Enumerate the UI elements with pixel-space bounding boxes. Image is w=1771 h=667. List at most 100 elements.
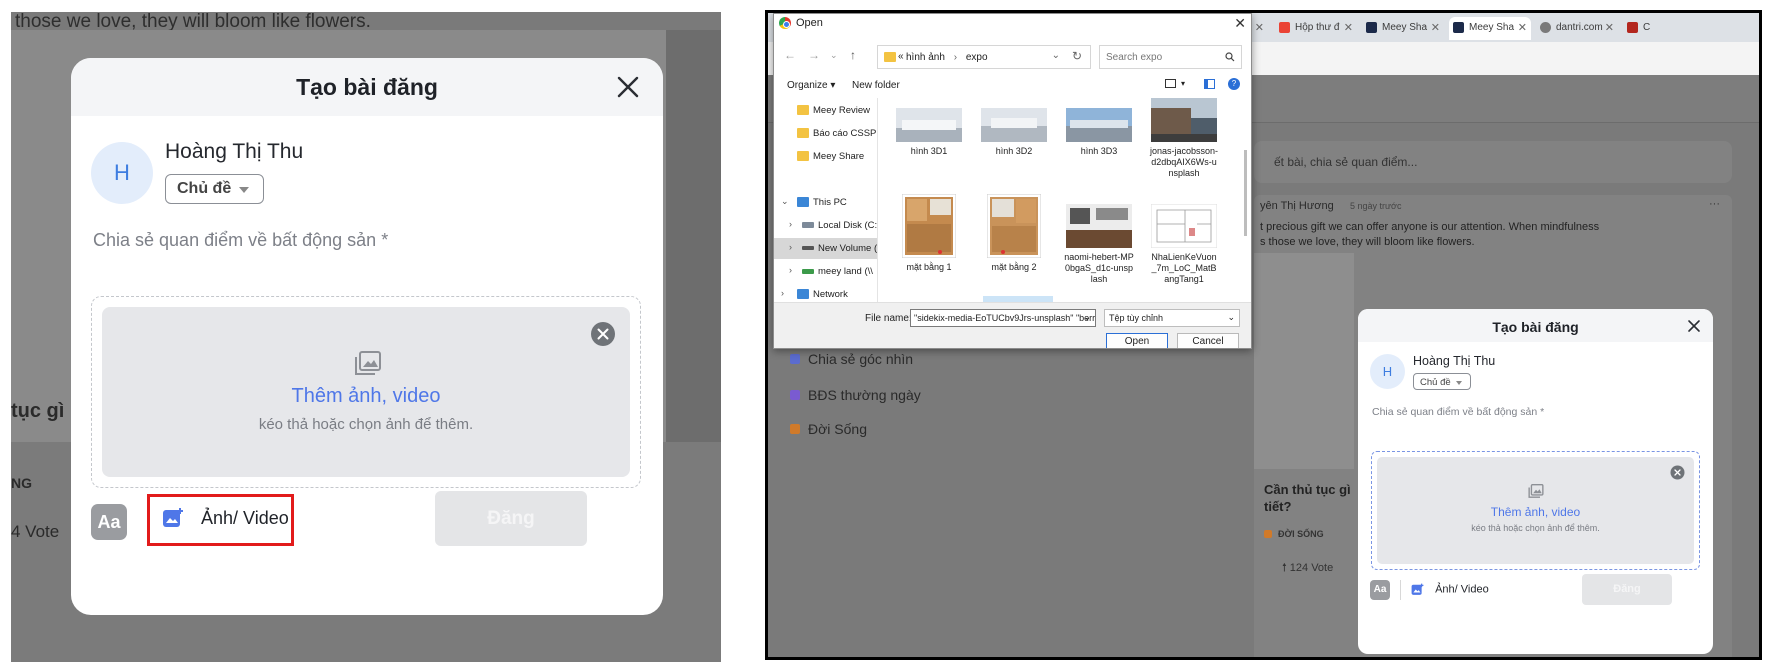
close-icon[interactable]: ✕ [1234, 15, 1246, 32]
sidebar-item-perspective[interactable]: Chia sẻ góc nhìn [790, 351, 913, 367]
folder-icon [797, 105, 809, 115]
globe-icon [1540, 22, 1551, 33]
post-tag-label: ĐỜI SỐNG [1278, 529, 1324, 539]
media-drop-zone[interactable]: Thêm ảnh, video kéo thả hoặc chọn ảnh để… [1371, 451, 1700, 570]
file-dialog-title: Open [796, 17, 823, 29]
tab-close-icon[interactable]: ✕ [1431, 21, 1440, 34]
folder-icon [884, 52, 896, 62]
sidebar-item-this-pc[interactable]: ⌄ This PC [774, 192, 877, 213]
dialog-title: Tạo bài đăng [296, 74, 438, 100]
add-media-button[interactable]: Ảnh/ Video [1411, 583, 1489, 596]
media-drop-area[interactable]: Thêm ảnh, video kéo thả hoặc chọn ảnh để… [102, 307, 630, 477]
sidebar-item-network[interactable]: › Network [774, 284, 877, 302]
sidebar-item-meey-review[interactable]: Meey Review [774, 100, 877, 121]
more-options-icon[interactable]: ··· [1709, 198, 1720, 210]
panorama-thumbnail [896, 108, 962, 142]
post-question[interactable]: tiết? [1264, 499, 1291, 514]
sidebar-item-bao-cao[interactable]: Báo cáo CSSP [774, 123, 877, 144]
remove-media-icon[interactable] [590, 321, 616, 347]
chevron-right-icon[interactable]: › [789, 219, 792, 229]
refresh-icon[interactable]: ↻ [1072, 49, 1082, 63]
search-input[interactable]: Search expo [1099, 45, 1242, 69]
organize-button[interactable]: Organize ▾ [787, 80, 835, 91]
sidebar-item-daily[interactable]: BĐS thường ngày [790, 387, 921, 403]
breadcrumb-item[interactable]: expo [966, 52, 988, 63]
sidebar-item-meey-share[interactable]: Meey Share [774, 146, 877, 167]
chevron-right-icon[interactable]: › [781, 288, 784, 298]
browser-tab-meey-active[interactable]: Meey Sha ✕ [1449, 17, 1531, 40]
chevron-right-icon[interactable]: › [789, 265, 792, 275]
file-item[interactable]: NhaLienKeVuon_7m_LoC_MatBangTang1 [1146, 204, 1222, 284]
close-icon[interactable] [1687, 319, 1701, 333]
post-votes[interactable]: 🠕 124 Vote [1282, 559, 1333, 578]
file-item[interactable]: hình 3D3 [1061, 108, 1137, 157]
forward-arrow-icon[interactable]: → [808, 48, 820, 62]
tab-close-icon[interactable]: ✕ [1344, 21, 1353, 34]
add-media-button[interactable]: Ảnh/ Video [147, 494, 294, 546]
upvote-icon: 🠕 [1282, 562, 1290, 574]
media-drop-zone[interactable]: Thêm ảnh, video kéo thả hoặc chọn ảnh để… [91, 296, 641, 488]
file-grid: hình 3D1 hình 3D2 hình 3D3 jonas-jacobss… [888, 98, 1238, 302]
media-drop-area[interactable]: Thêm ảnh, video kéo thả hoặc chọn ảnh để… [1377, 457, 1694, 564]
browser-tab-gmail[interactable]: Hộp thư đ ✕ [1275, 17, 1357, 40]
breadcrumb-overflow[interactable]: « [898, 51, 904, 62]
file-item[interactable]: naomi-hebert-MP0bgaS_d1c-unsplash [1061, 204, 1137, 284]
post-author[interactable]: yên Thị Hương [1260, 200, 1334, 212]
post-button[interactable]: Đăng [1582, 574, 1672, 605]
post-question[interactable]: Cần thủ tục gì [1264, 482, 1351, 497]
chevron-down-icon[interactable]: ⌄ [1052, 50, 1060, 61]
file-name: NhaLienKeVuon_7m_LoC_MatBangTang1 [1151, 252, 1217, 284]
file-item[interactable]: hình 3D2 [976, 108, 1052, 157]
tab-close-icon[interactable]: ✕ [1255, 21, 1264, 34]
user-name: Hoàng Thị Thu [1413, 354, 1496, 368]
help-icon[interactable]: ? [1228, 78, 1240, 90]
remove-media-icon[interactable] [1670, 465, 1685, 480]
browser-tab-n[interactable]: C [1623, 17, 1663, 40]
up-arrow-icon[interactable]: ↑ [850, 48, 856, 62]
tab-close-icon[interactable]: ✕ [1518, 21, 1527, 34]
close-icon[interactable] [615, 74, 641, 100]
cancel-button[interactable]: Cancel [1177, 333, 1239, 348]
tab-close-icon[interactable]: ✕ [1605, 21, 1614, 34]
breadcrumb-item[interactable]: hình ảnh [906, 52, 945, 63]
browser-tab-dantri[interactable]: dantri.com ✕ [1536, 17, 1618, 40]
browser-tab-meey[interactable]: Meey Sha ✕ [1362, 17, 1444, 40]
view-options-icon[interactable] [1165, 79, 1176, 88]
address-breadcrumb[interactable]: « hình ảnh › expo ⌄ ↻ [877, 45, 1091, 69]
topic-dropdown[interactable]: Chủ đề [1413, 373, 1471, 390]
dialog-header: Tạo bài đăng [1358, 309, 1713, 342]
recent-locations-icon[interactable]: ⌄ [830, 50, 838, 61]
new-folder-button[interactable]: New folder [852, 80, 900, 91]
file-item[interactable]: jonas-jacobsson-d2dbqAIX6Ws-unsplash [1146, 98, 1222, 178]
file-item[interactable]: mặt bằng 1 [891, 194, 967, 273]
sidebar-item-local-disk[interactable]: › Local Disk (C:) [774, 215, 877, 236]
post-content-input[interactable]: Chia sẻ quan điểm về bất động sản * [1372, 406, 1544, 418]
file-name-input[interactable]: "sidekix-media-EoTUCbv9Jrs-unsplash" "be… [910, 309, 1096, 327]
sidebar-item-label: Network [813, 289, 848, 300]
file-type-select[interactable]: Tệp tùy chỉnh ⌄ [1104, 309, 1240, 327]
screenshot-root: those we love, they will bloom like flow… [0, 0, 1771, 667]
file-grid-scrollbar[interactable] [1243, 98, 1249, 302]
chevron-down-icon[interactable]: ⌄ [1083, 312, 1091, 323]
sidebar-item-life[interactable]: Đời Sống [790, 421, 867, 437]
chevron-down-icon[interactable]: ⌄ [781, 196, 789, 207]
post-image[interactable] [1254, 253, 1354, 469]
scrollbar-thumb[interactable] [1244, 150, 1247, 236]
chevron-down-icon[interactable]: ▾ [1181, 79, 1185, 88]
text-format-button[interactable]: Aa [91, 504, 127, 540]
post-content-input[interactable]: Chia sẻ quan điểm về bất động sản * [93, 230, 388, 251]
text-format-button[interactable]: Aa [1370, 580, 1390, 600]
avatar: H [1370, 354, 1405, 389]
chevron-right-icon[interactable]: › [789, 242, 792, 252]
open-button[interactable]: Open [1106, 333, 1168, 348]
file-item[interactable]: hình 3D1 [891, 108, 967, 157]
file-item[interactable]: mặt bằng 2 [976, 194, 1052, 273]
post-button[interactable]: Đăng [435, 491, 587, 546]
preview-pane-icon[interactable] [1204, 79, 1215, 89]
compose-box[interactable]: ết bài, chia sẻ quan điểm... [1254, 141, 1732, 183]
file-name: hình 3D2 [995, 146, 1033, 156]
topic-dropdown[interactable]: Chủ đề [165, 174, 264, 204]
back-arrow-icon[interactable]: ← [784, 48, 796, 62]
sidebar-item-new-volume[interactable]: › New Volume ( [774, 238, 877, 259]
sidebar-item-meey-land[interactable]: › meey land (\\ [774, 261, 877, 282]
